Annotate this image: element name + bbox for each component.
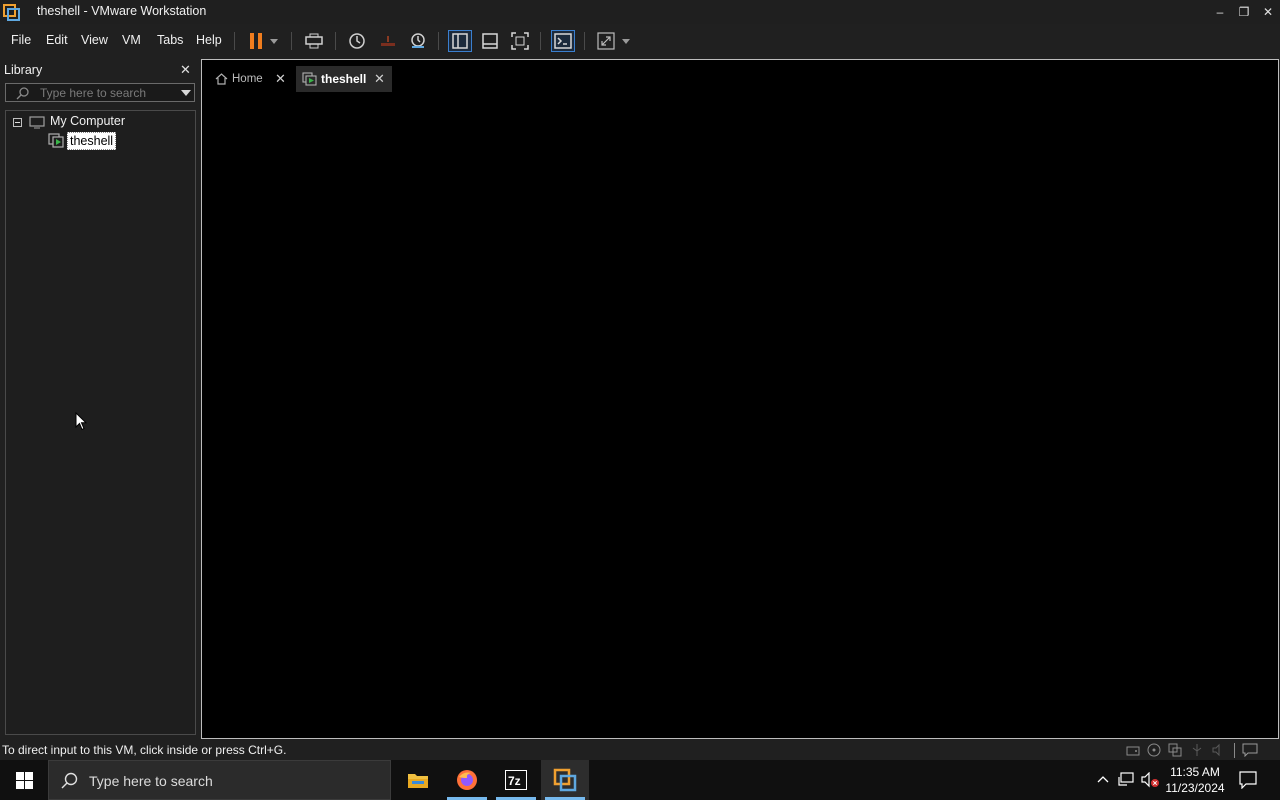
toolbar-separator [234,32,235,50]
library-title: Library [4,63,43,77]
tab-theshell[interactable]: theshell ✕ [296,66,392,92]
close-tab-home-icon[interactable]: ✕ [275,71,286,87]
toolbar-separator [335,32,336,50]
send-ctrl-alt-del-icon[interactable] [302,30,326,52]
search-icon [16,87,29,100]
library-panel: Library ✕ Type here to search My Compute… [0,58,200,738]
stretch-dropdown-chevron-icon[interactable] [618,30,634,52]
snapshot-clock-icon[interactable] [345,30,369,52]
taskbar-search-placeholder: Type here to search [89,773,213,789]
tab-home[interactable]: Home ✕ [209,66,291,92]
vm-running-icon [48,133,64,148]
7zip-taskbar-button[interactable]: 7z [492,760,540,800]
toolbar-separator [438,32,439,50]
full-screen-icon[interactable] [508,30,532,52]
toolbar-separator [540,32,541,50]
revert-snapshot-icon[interactable] [376,30,400,52]
network-adapter-icon[interactable] [1168,743,1182,757]
firefox-icon [457,770,477,790]
7zip-icon: 7z [505,770,527,790]
file-explorer-taskbar-button[interactable] [394,760,442,800]
cd-dvd-icon[interactable] [1147,743,1161,757]
show-thumbnail-bar-icon[interactable] [478,30,502,52]
menu-help[interactable]: Help [196,33,222,47]
search-dropdown-chevron-icon[interactable] [181,90,191,96]
console-view-icon[interactable] [551,30,575,52]
menu-vm[interactable]: VM [122,33,141,47]
network-icon[interactable] [1118,772,1134,787]
show-hidden-icons-chevron-icon[interactable] [1097,775,1109,783]
system-clock[interactable]: 11:35 AM 11/23/2024 [1160,764,1230,796]
start-button[interactable] [0,760,48,800]
sound-card-icon[interactable] [1211,743,1225,757]
snapshot-manager-icon[interactable] [406,30,430,52]
status-bar: To direct input to this VM, click inside… [0,741,1280,760]
vmware-app-icon[interactable] [3,4,20,21]
toolbar-separator [584,32,585,50]
vm-console-area[interactable]: Home ✕ theshell ✕ [201,59,1279,739]
window-title: theshell - VMware Workstation [37,4,207,18]
action-center-icon[interactable] [1239,771,1257,789]
hard-disk-icon[interactable] [1126,744,1140,757]
show-library-icon[interactable] [448,30,472,52]
library-search-input[interactable]: Type here to search [5,83,195,102]
home-icon [215,73,228,85]
taskbar-search-box[interactable]: Type here to search [48,760,391,800]
menu-edit[interactable]: Edit [46,33,68,47]
pause-icon[interactable] [244,30,268,52]
close-library-icon[interactable]: ✕ [180,62,191,78]
mouse-cursor-icon [75,412,87,431]
tab-strip: Home ✕ theshell ✕ [202,60,1278,100]
clock-time: 11:35 AM [1170,765,1220,779]
minimize-button[interactable]: – [1208,0,1232,24]
computer-icon [29,116,45,129]
toolbar-separator [291,32,292,50]
close-window-button[interactable]: ✕ [1256,0,1280,24]
tree-item-theshell[interactable]: theshell [67,132,117,150]
message-log-icon[interactable] [1242,743,1258,757]
firefox-taskbar-button[interactable] [443,760,491,800]
clock-date: 11/23/2024 [1165,781,1225,795]
menu-view[interactable]: View [81,33,108,47]
tab-theshell-label: theshell [321,72,367,86]
status-message: To direct input to this VM, click inside… [2,743,287,757]
stretch-guest-icon[interactable] [594,30,618,52]
library-tree: My Computer theshell [5,110,196,735]
menu-toolbar: File Edit View VM Tabs Help [0,24,1280,57]
folder-icon [408,774,428,788]
svg-text:7z: 7z [508,774,521,788]
menu-tabs[interactable]: Tabs [157,33,183,47]
collapse-toggle-icon[interactable] [13,118,22,127]
restore-button[interactable]: ❐ [1232,0,1256,24]
vmware-taskbar-button[interactable] [541,760,589,800]
status-separator [1234,743,1235,758]
title-bar: theshell - VMware Workstation – ❐ ✕ [0,0,1280,24]
windows-taskbar: Type here to search 7z 11:35 AM 11/23/20… [0,760,1280,800]
windows-logo-icon [15,771,33,789]
usb-icon[interactable] [1190,743,1204,757]
volume-muted-icon[interactable] [1141,772,1159,788]
power-dropdown-chevron-icon[interactable] [266,30,282,52]
search-icon [61,772,78,789]
library-search-placeholder: Type here to search [40,86,147,100]
tab-home-label: Home [232,73,263,85]
close-tab-theshell-icon[interactable]: ✕ [374,71,385,87]
vm-running-icon [302,72,317,86]
tree-item-my-computer[interactable]: My Computer [50,114,125,128]
vmware-icon [553,768,577,792]
menu-file[interactable]: File [11,33,31,47]
